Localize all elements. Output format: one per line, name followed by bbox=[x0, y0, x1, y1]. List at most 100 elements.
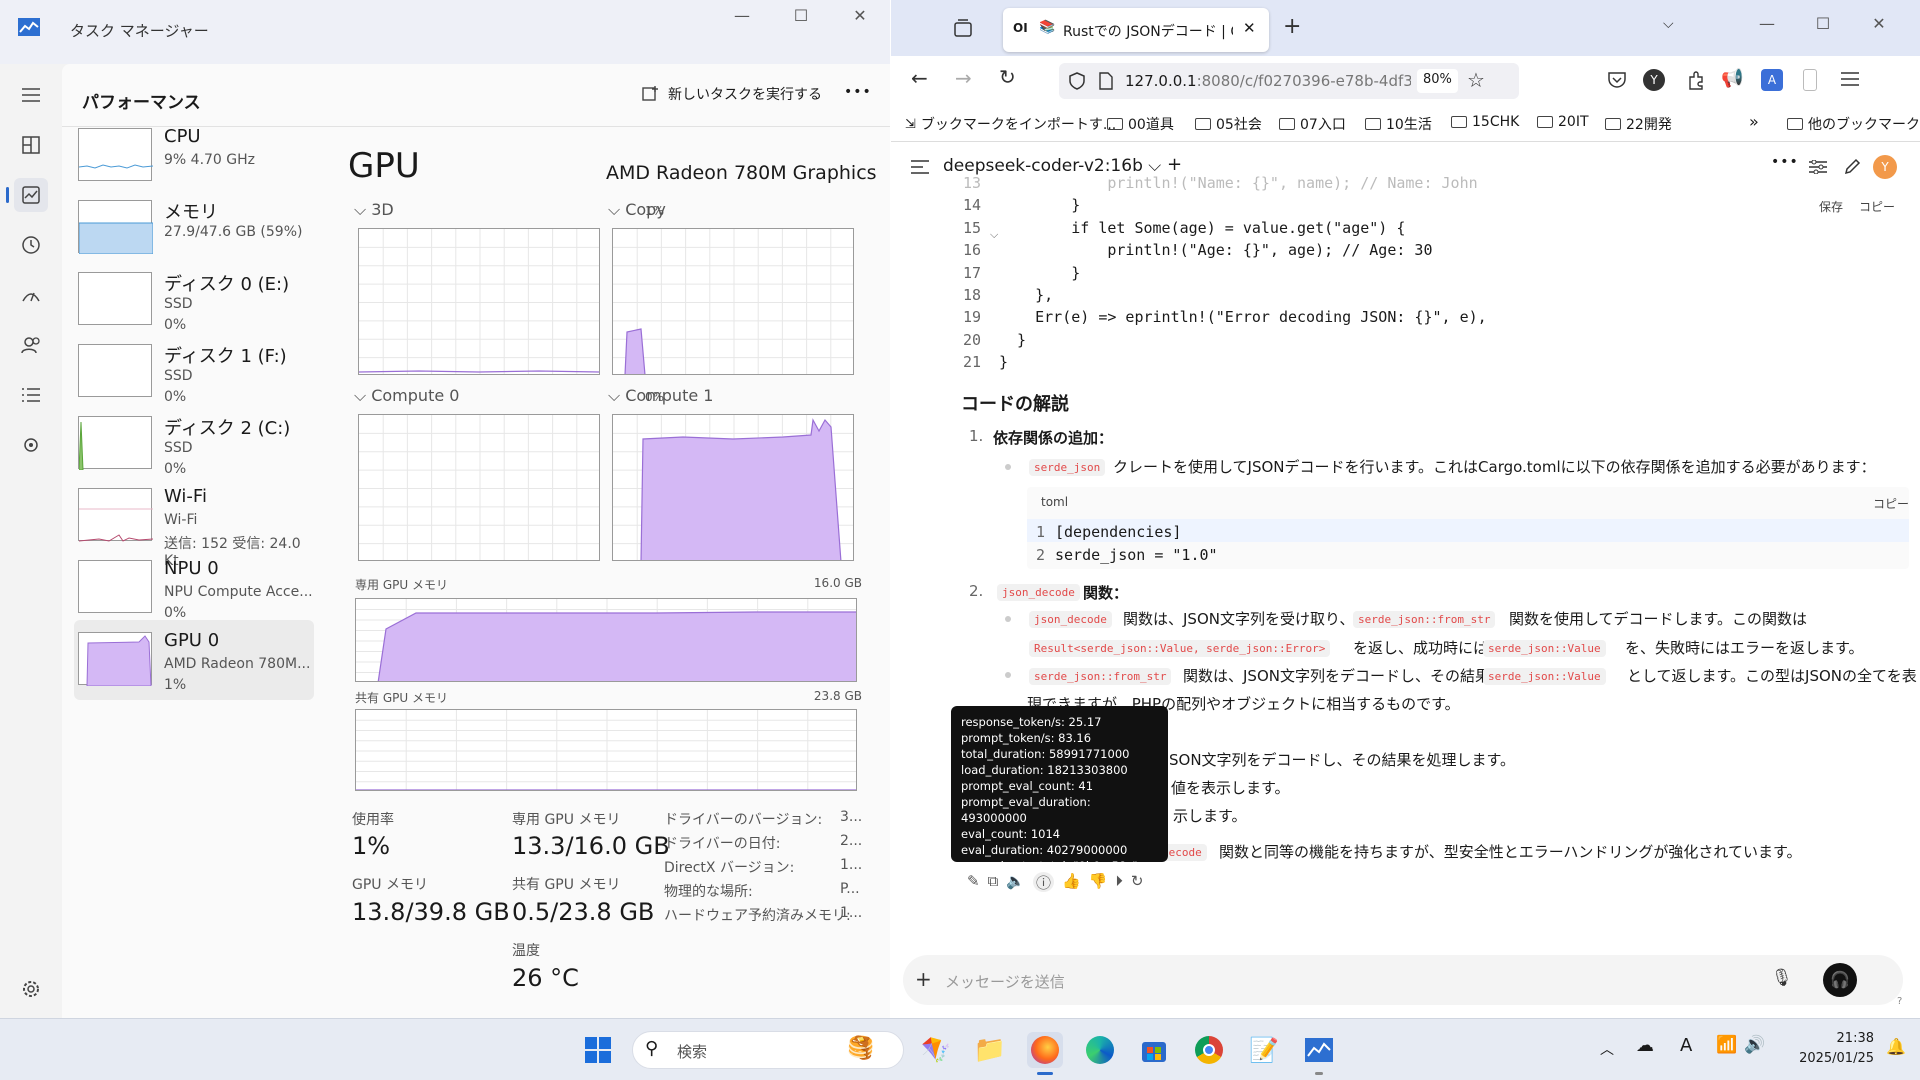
add-model-button[interactable]: + bbox=[1167, 154, 1182, 175]
volume-icon[interactable]: 🔊 bbox=[1744, 1035, 1765, 1055]
resource-tile[interactable]: GPU 0 AMD Radeon 780M... 1% bbox=[74, 620, 314, 700]
user-avatar[interactable]: Y bbox=[1873, 155, 1897, 179]
copy-icon[interactable]: ⧉ bbox=[988, 872, 999, 892]
details-icon[interactable] bbox=[14, 378, 48, 412]
engine-3d-selector[interactable]: ⌵ 3D bbox=[354, 200, 394, 220]
bookmark-folder-15[interactable]: 15CHK bbox=[1451, 114, 1519, 130]
browser-minimize-button[interactable]: — bbox=[1749, 14, 1785, 33]
translate-icon[interactable]: A bbox=[1761, 69, 1783, 91]
regenerate-icon[interactable]: ↻ bbox=[1131, 872, 1144, 892]
speaker-icon[interactable]: 🔈 bbox=[1006, 872, 1025, 892]
copilot-icon[interactable]: 🪁 bbox=[918, 1032, 954, 1068]
minimize-button[interactable]: — bbox=[724, 6, 760, 25]
toml-copy-button[interactable]: コピー bbox=[1873, 495, 1909, 512]
megaphone-icon[interactable]: 📢 bbox=[1721, 68, 1743, 89]
tab-active[interactable]: OI 📚 Rustでの JSONデコード | Open ✕ bbox=[1003, 8, 1269, 52]
list-tabs-chevron-icon[interactable]: ⌵ bbox=[1663, 16, 1674, 32]
resource-tile[interactable]: CPU 9% 4.70 GHz bbox=[74, 116, 314, 196]
settings-gear-icon[interactable] bbox=[14, 972, 48, 1006]
zoom-indicator[interactable]: 80% bbox=[1417, 69, 1458, 93]
engine-copy-selector[interactable]: ⌵ Copy bbox=[608, 200, 666, 220]
info-icon[interactable]: ⓘ bbox=[1032, 872, 1054, 892]
services-icon[interactable] bbox=[14, 428, 48, 462]
notification-bell-icon[interactable]: 🔔 bbox=[1886, 1037, 1906, 1056]
thumbs-up-icon[interactable]: 👍 bbox=[1062, 872, 1081, 892]
resource-tile[interactable]: メモリ 27.9/47.6 GB (59%) bbox=[74, 188, 314, 268]
more-bookmarks-chevron-icon[interactable]: » bbox=[1749, 112, 1759, 131]
close-button[interactable]: ✕ bbox=[842, 6, 878, 25]
resource-tile[interactable]: Wi-Fi Wi-Fi 送信: 152 受信: 24.0 Kt bbox=[74, 476, 314, 569]
show-hidden-icons-chevron-icon[interactable]: ︿ bbox=[1600, 1039, 1614, 1059]
bookmark-folder-00[interactable]: 00道具 bbox=[1107, 114, 1174, 134]
clock-time[interactable]: 21:38 bbox=[1804, 1031, 1874, 1046]
taskbar-search[interactable]: ⚲ 検索 🥞 bbox=[632, 1031, 904, 1069]
message-input[interactable]: メッセージを送信 bbox=[945, 971, 1065, 992]
bookmark-folder-07[interactable]: 07入口 bbox=[1279, 114, 1346, 134]
continue-play-icon[interactable]: ⏵ bbox=[1115, 872, 1123, 892]
sidebar-menu-icon[interactable] bbox=[911, 160, 929, 174]
processes-icon[interactable] bbox=[14, 128, 48, 162]
more-options-button[interactable]: ••• bbox=[844, 84, 872, 100]
shield-icon[interactable] bbox=[1069, 72, 1085, 90]
url-bar[interactable]: 127.0.0.1:8080/c/f0270396-e78b-4df3-9d5b… bbox=[1059, 63, 1519, 99]
bookmark-import[interactable]: ⇲ ブックマークをインポートす... bbox=[905, 114, 1116, 134]
voice-mode-headphones-icon[interactable]: 🎧 bbox=[1823, 963, 1857, 997]
engine-compute0-selector[interactable]: ⌵ Compute 0 bbox=[354, 386, 459, 406]
tab-overview-icon[interactable] bbox=[953, 18, 973, 38]
bookmark-folder-05[interactable]: 05社会 bbox=[1195, 114, 1262, 134]
microphone-icon[interactable]: 🎙 bbox=[1771, 968, 1793, 988]
edge-icon[interactable] bbox=[1082, 1032, 1118, 1068]
performance-icon[interactable] bbox=[6, 178, 48, 212]
controls-sliders-icon[interactable] bbox=[1809, 160, 1827, 174]
new-chat-edit-icon[interactable] bbox=[1843, 156, 1863, 176]
bookmark-folder-20[interactable]: 20IT bbox=[1537, 114, 1589, 130]
back-arrow-icon[interactable]: ← bbox=[911, 66, 928, 90]
sidebar-toggle-icon[interactable] bbox=[1803, 69, 1817, 91]
app-menu-icon[interactable] bbox=[1841, 72, 1859, 86]
edit-pencil-icon[interactable]: ✎ bbox=[967, 872, 980, 892]
firefox-icon[interactable] bbox=[1027, 1032, 1063, 1075]
resource-tile[interactable]: NPU 0 NPU Compute Acce... 0% bbox=[74, 548, 314, 628]
code-copy-button[interactable]: コピー bbox=[1859, 198, 1895, 215]
run-new-task-button[interactable]: 新しいタスクを実行する bbox=[642, 84, 822, 104]
maximize-button[interactable]: ☐ bbox=[783, 6, 819, 25]
hamburger-menu-icon[interactable] bbox=[14, 78, 48, 112]
chat-more-icon[interactable]: ••• bbox=[1771, 154, 1799, 170]
pocket-icon[interactable] bbox=[1607, 70, 1627, 90]
clock-date[interactable]: 2025/01/25 bbox=[1784, 1051, 1874, 1066]
microsoft-store-icon[interactable] bbox=[1136, 1032, 1172, 1068]
resource-tile[interactable]: ディスク 1 (F:) SSD 0% bbox=[74, 332, 314, 412]
bookmark-folder-10[interactable]: 10生活 bbox=[1365, 114, 1432, 134]
engine-compute1-selector[interactable]: ⌵ Compute 1 bbox=[608, 386, 713, 406]
start-windows-icon[interactable] bbox=[580, 1032, 616, 1068]
ime-indicator[interactable]: A bbox=[1680, 1035, 1692, 1056]
app-history-icon[interactable] bbox=[14, 228, 48, 262]
reload-icon[interactable]: ↻ bbox=[999, 65, 1016, 89]
tab-close-icon[interactable]: ✕ bbox=[1243, 19, 1256, 37]
fold-chevron-icon[interactable]: ⌵ bbox=[990, 228, 998, 242]
file-explorer-icon[interactable]: 📁 bbox=[972, 1032, 1008, 1068]
bookmark-folder-22[interactable]: 22開発 bbox=[1605, 114, 1672, 134]
startup-apps-icon[interactable] bbox=[14, 278, 48, 312]
wifi-icon[interactable]: 📶 bbox=[1716, 1035, 1737, 1055]
onedrive-cloud-icon[interactable]: ☁ bbox=[1636, 1035, 1654, 1056]
notepad-icon[interactable]: 📝 bbox=[1246, 1032, 1282, 1068]
thumbs-down-icon[interactable]: 👎 bbox=[1089, 872, 1108, 892]
resource-tile[interactable]: ディスク 2 (C:) SSD 0% bbox=[74, 404, 314, 484]
new-tab-button[interactable]: + bbox=[1283, 14, 1301, 39]
chrome-icon[interactable] bbox=[1191, 1032, 1227, 1068]
extension-y-icon[interactable]: Y bbox=[1643, 69, 1665, 91]
extensions-puzzle-icon[interactable] bbox=[1687, 69, 1707, 91]
bookmark-star-icon[interactable]: ☆ bbox=[1467, 68, 1485, 92]
browser-maximize-button[interactable]: ☐ bbox=[1805, 14, 1841, 33]
attach-plus-button[interactable]: + bbox=[915, 967, 932, 991]
help-question-icon[interactable]: ? bbox=[1897, 996, 1902, 1007]
resource-mini-graph bbox=[78, 632, 152, 687]
users-icon[interactable] bbox=[14, 328, 48, 362]
browser-close-button[interactable]: ✕ bbox=[1861, 14, 1897, 33]
forward-arrow-icon[interactable]: → bbox=[955, 66, 972, 90]
bookmark-other[interactable]: 他のブックマーク bbox=[1787, 114, 1920, 134]
model-selector[interactable]: deepseek-coder-v2:16b ⌵ bbox=[943, 156, 1161, 176]
task-manager-taskbar-icon[interactable] bbox=[1301, 1032, 1337, 1075]
resource-tile[interactable]: ディスク 0 (E:) SSD 0% bbox=[74, 260, 314, 340]
